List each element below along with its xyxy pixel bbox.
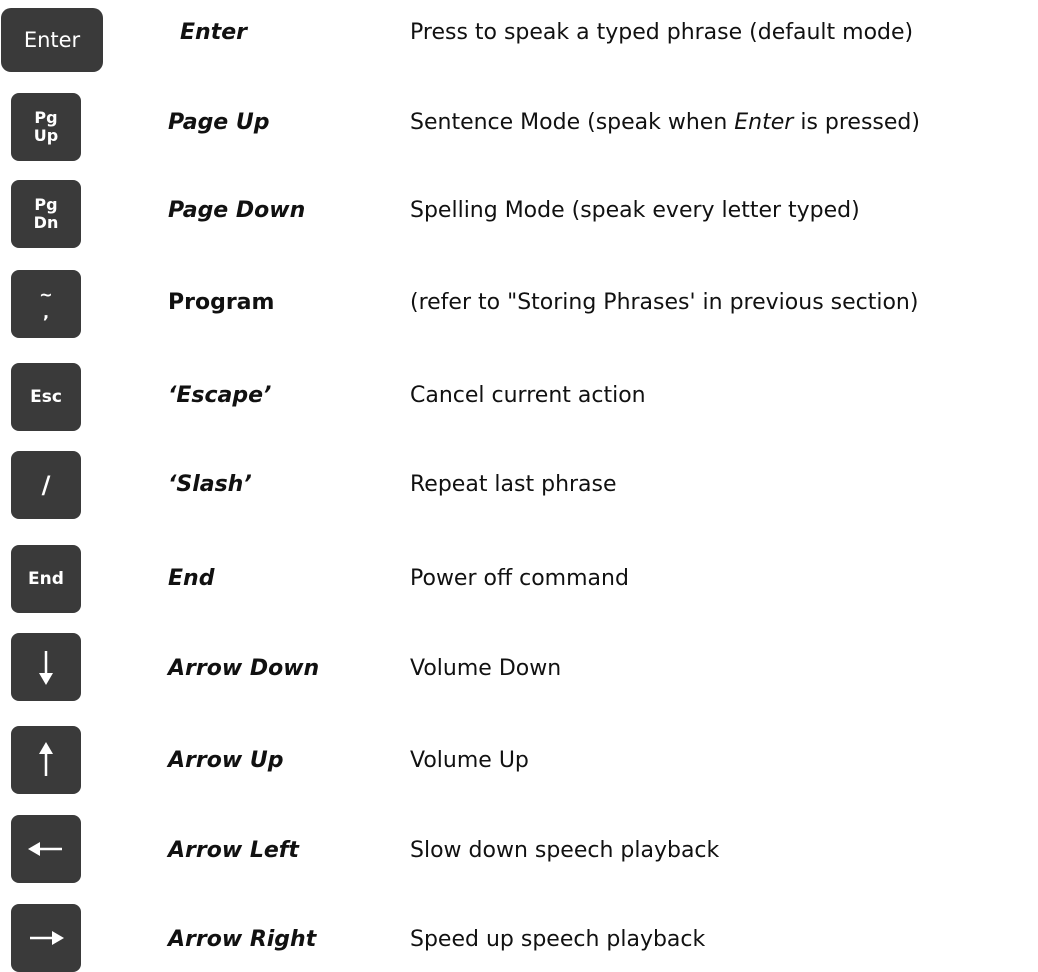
enter-key: Enter [1, 8, 103, 72]
end-key-name: End [168, 566, 215, 591]
slash-key-name: ‘Slash’ [168, 472, 252, 497]
escape-key: Esc [11, 363, 81, 431]
program-key-description: (refer to "Storing Phrases' in previous … [410, 290, 919, 315]
page-down-key-name: Page Down [168, 198, 306, 223]
page-up-desc-emphasis: Enter [734, 110, 794, 135]
end-key-label: End [28, 569, 64, 589]
enter-key-label: Enter [23, 28, 81, 52]
arrow-up-icon [39, 742, 53, 776]
page-up-desc-before: Sentence Mode (speak when [410, 110, 735, 135]
page-up-key-description: Sentence Mode (speak when Enter is press… [410, 110, 920, 135]
page-up-key-name: Page Up [168, 110, 270, 135]
arrow-up-key [11, 726, 81, 794]
enter-key-description: Press to speak a typed phrase (default m… [410, 20, 914, 45]
arrow-left-key-name: Arrow Left [168, 838, 299, 863]
page-down-key-label-bottom: Dn [33, 213, 59, 232]
enter-key-name: Enter [180, 20, 247, 45]
arrow-left-icon [28, 842, 62, 856]
escape-key-name: ‘Escape’ [168, 383, 272, 408]
page-up-key: Pg Up [11, 93, 81, 161]
slash-key: / [11, 451, 81, 519]
end-key-description: Power off command [410, 566, 629, 591]
slash-key-label: / [41, 471, 51, 499]
end-key: End [11, 545, 81, 613]
slash-key-description: Repeat last phrase [410, 472, 617, 497]
arrow-down-key-description: Volume Down [410, 656, 562, 681]
arrow-up-key-description: Volume Up [410, 748, 529, 773]
escape-key-label: Esc [30, 387, 62, 407]
tilde-key-label-bottom: , [42, 303, 50, 322]
page-down-key: Pg Dn [11, 180, 81, 248]
arrow-right-icon [30, 931, 64, 945]
program-key-name: Program [168, 290, 275, 315]
arrow-right-key-name: Arrow Right [168, 927, 317, 952]
tilde-key: ~ , [11, 270, 81, 338]
arrow-down-key [11, 633, 81, 701]
page-down-key-description: Spelling Mode (speak every letter typed) [410, 198, 860, 223]
page-up-desc-after: is pressed) [793, 110, 920, 135]
arrow-down-icon [39, 651, 53, 685]
tilde-key-label-top: ~ [39, 285, 53, 304]
arrow-right-key-description: Speed up speech playback [410, 927, 706, 952]
page-down-key-label-top: Pg [34, 195, 58, 214]
arrow-left-key [11, 815, 81, 883]
page-up-key-label-top: Pg [34, 108, 58, 127]
arrow-left-key-description: Slow down speech playback [410, 838, 720, 863]
escape-key-description: Cancel current action [410, 383, 646, 408]
arrow-up-key-name: Arrow Up [168, 748, 284, 773]
arrow-down-key-name: Arrow Down [168, 656, 320, 681]
page-up-key-label-bottom: Up [33, 126, 59, 145]
